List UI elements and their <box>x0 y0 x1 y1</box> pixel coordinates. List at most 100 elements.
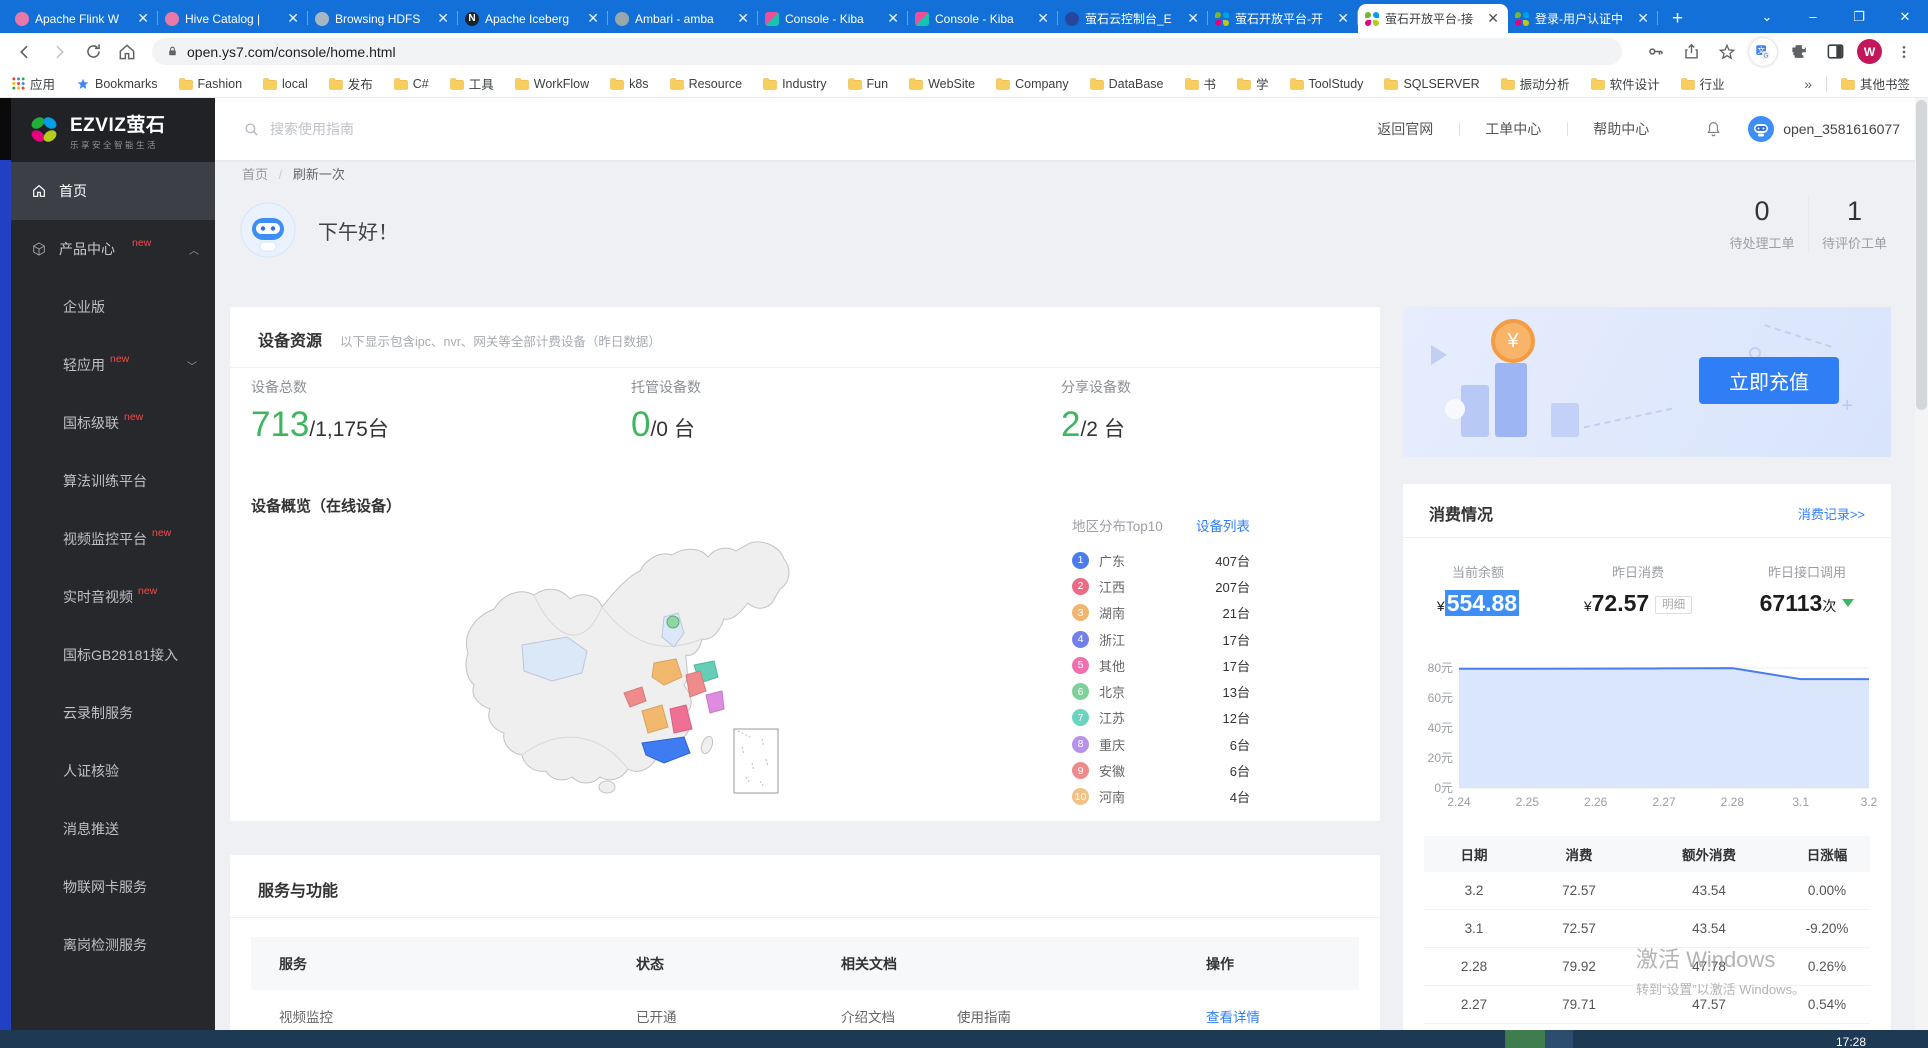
other-bookmarks-folder[interactable]: 其他书签 <box>1841 74 1910 93</box>
share-icon[interactable] <box>1677 38 1705 66</box>
bookmark-folder-Company[interactable]: Company <box>996 74 1069 93</box>
bookmark-folder-书[interactable]: 书 <box>1185 74 1217 93</box>
tab-close-icon[interactable]: ✕ <box>1335 10 1351 27</box>
china-map[interactable] <box>402 525 802 805</box>
bookmark-folder-local[interactable]: local <box>263 74 308 93</box>
bookmark-folder-k8s[interactable]: k8s <box>610 74 648 93</box>
user-menu[interactable]: open_3581616077 <box>1748 116 1900 142</box>
close-button[interactable]: ✕ <box>1882 0 1928 33</box>
bookmark-folder-ToolStudy[interactable]: ToolStudy <box>1290 74 1364 93</box>
bookmark-folder-WorkFlow[interactable]: WorkFlow <box>515 74 589 93</box>
ezviz-logo[interactable]: EZVIZ萤石 乐享安全智能生活 <box>11 98 215 162</box>
sidebar-item-离岗检测服务[interactable]: 离岗检测服务 <box>11 916 215 974</box>
bookmark-folder-C#[interactable]: C# <box>394 74 429 93</box>
browser-tab[interactable]: Ambari - amba✕ <box>608 4 758 33</box>
maximize-button[interactable]: ❐ <box>1836 0 1882 33</box>
tab-close-icon[interactable]: ✕ <box>1485 10 1501 27</box>
tab-close-icon[interactable]: ✕ <box>135 10 151 27</box>
sidebar-item-消息推送[interactable]: 消息推送 <box>11 800 215 858</box>
tab-close-icon[interactable]: ✕ <box>885 10 901 27</box>
browser-tab[interactable]: Apache Flink W✕ <box>8 4 158 33</box>
browser-tab[interactable]: 萤石云控制台_E✕ <box>1058 4 1208 33</box>
translate-icon[interactable]: 文G <box>1749 38 1777 66</box>
bookmark-folder-工具[interactable]: 工具 <box>450 74 494 93</box>
tab-close-icon[interactable]: ✕ <box>285 10 301 27</box>
bookmark-folder-SQLSERVER[interactable]: SQLSERVER <box>1384 74 1479 93</box>
tab-close-icon[interactable]: ✕ <box>1035 10 1051 27</box>
tab-search-icon[interactable]: ⌄ <box>1744 0 1790 33</box>
sidebar-item-算法训练平台[interactable]: 算法训练平台 <box>11 452 215 510</box>
map-province-beijing[interactable] <box>667 616 679 628</box>
sidebar-item-国标级联[interactable]: 国标级联new <box>11 394 215 452</box>
menu-kebab-icon[interactable] <box>1890 38 1918 66</box>
link-official-site[interactable]: 返回官网 <box>1351 119 1459 139</box>
sidebar-item-云录制服务[interactable]: 云录制服务 <box>11 684 215 742</box>
back-icon[interactable] <box>10 37 40 67</box>
bookmark-folder-Fun[interactable]: Fun <box>848 74 889 93</box>
password-key-icon[interactable] <box>1641 38 1669 66</box>
forward-icon[interactable] <box>44 37 74 67</box>
browser-tab[interactable]: Console - Kiba✕ <box>758 4 908 33</box>
browser-tab-active[interactable]: 萤石开放平台-接✕ <box>1358 4 1508 33</box>
browser-tab[interactable]: Console - Kiba✕ <box>908 4 1058 33</box>
bookmark-folder-行业[interactable]: 行业 <box>1681 74 1725 93</box>
bookmarks-manager-shortcut[interactable]: Bookmarks <box>76 77 158 91</box>
home-icon[interactable] <box>112 37 142 67</box>
bookmark-folder-Industry[interactable]: Industry <box>763 74 826 93</box>
bookmark-star-icon[interactable] <box>1713 38 1741 66</box>
sidebar-item-国标GB28181接入[interactable]: 国标GB28181接入 <box>11 626 215 684</box>
tab-close-icon[interactable]: ✕ <box>585 10 601 27</box>
taskbar-app-indicator[interactable] <box>1505 1030 1545 1048</box>
sidebar-item-product-center[interactable]: 产品中心 new ︿ <box>11 220 215 278</box>
apps-shortcut[interactable]: 应用 <box>12 74 55 93</box>
bookmark-folder-振动分析[interactable]: 振动分析 <box>1501 74 1570 93</box>
browser-tab[interactable]: 萤石开放平台-开✕ <box>1208 4 1358 33</box>
sidebar-item-实时音视频[interactable]: 实时音视频new <box>11 568 215 626</box>
sidebar-item-轻应用[interactable]: 轻应用new﹀ <box>11 336 215 394</box>
windows-taskbar[interactable]: 17:28 <box>0 1030 1928 1048</box>
browser-tab[interactable]: Browsing HDFS✕ <box>308 4 458 33</box>
breadcrumb-home[interactable]: 首页 <box>242 167 268 182</box>
address-bar[interactable]: open.ys7.com/console/home.html <box>152 38 1622 65</box>
service-doc-link[interactable]: 使用指南 <box>957 1006 1011 1026</box>
page-scrollbar[interactable] <box>1915 98 1928 1030</box>
search-box[interactable] <box>243 121 1351 138</box>
browser-tab[interactable]: Hive Catalog |✕ <box>158 4 308 33</box>
link-ticket-center[interactable]: 工单中心 <box>1459 119 1567 139</box>
sidebar-item-企业版[interactable]: 企业版 <box>11 278 215 336</box>
map-province-zhejiang[interactable] <box>706 691 724 713</box>
minimize-button[interactable]: – <box>1790 0 1836 33</box>
scrollbar-thumb[interactable] <box>1916 100 1927 410</box>
browser-tab[interactable]: 登录-用户认证中✕ <box>1508 4 1658 33</box>
sidebar-item-人证核验[interactable]: 人证核验 <box>11 742 215 800</box>
tab-close-icon[interactable]: ✕ <box>1635 10 1651 27</box>
sidebar-item-home[interactable]: 首页 <box>11 162 215 220</box>
profile-avatar[interactable]: W <box>1857 39 1882 64</box>
extensions-puzzle-icon[interactable] <box>1785 38 1813 66</box>
sidebar-item-物联网卡服务[interactable]: 物联网卡服务 <box>11 858 215 916</box>
bookmark-folder-Fashion[interactable]: Fashion <box>179 74 242 93</box>
bookmark-folder-学[interactable]: 学 <box>1237 74 1269 93</box>
detail-button[interactable]: 明细 <box>1655 596 1692 614</box>
recharge-button[interactable]: 立即充值 <box>1699 357 1839 404</box>
consumption-records-link[interactable]: 消费记录>> <box>1798 504 1865 523</box>
tab-close-icon[interactable]: ✕ <box>735 10 751 27</box>
bookmark-folder-软件设计[interactable]: 软件设计 <box>1591 74 1660 93</box>
notification-bell-icon[interactable] <box>1705 120 1722 138</box>
bookmarks-overflow-chevron[interactable]: » <box>1804 76 1812 92</box>
bookmark-folder-DataBase[interactable]: DataBase <box>1090 74 1164 93</box>
service-doc-link[interactable]: 介绍文档 <box>841 1006 895 1026</box>
sidebar-item-视频监控平台[interactable]: 视频监控平台new <box>11 510 215 568</box>
bookmark-folder-Resource[interactable]: Resource <box>670 74 743 93</box>
bookmark-folder-WebSite[interactable]: WebSite <box>909 74 975 93</box>
device-list-link[interactable]: 设备列表 <box>1196 515 1250 535</box>
browser-tab[interactable]: NApache Iceberg✕ <box>458 4 608 33</box>
link-help-center[interactable]: 帮助中心 <box>1567 119 1675 139</box>
side-panel-icon[interactable] <box>1821 38 1849 66</box>
taskbar-app-indicator-2[interactable] <box>1545 1030 1573 1048</box>
service-detail-link[interactable]: 查看详情 <box>1206 1006 1359 1026</box>
bookmark-folder-发布[interactable]: 发布 <box>329 74 373 93</box>
search-input[interactable] <box>270 121 570 137</box>
refresh-icon[interactable] <box>78 37 108 67</box>
tab-close-icon[interactable]: ✕ <box>435 10 451 27</box>
